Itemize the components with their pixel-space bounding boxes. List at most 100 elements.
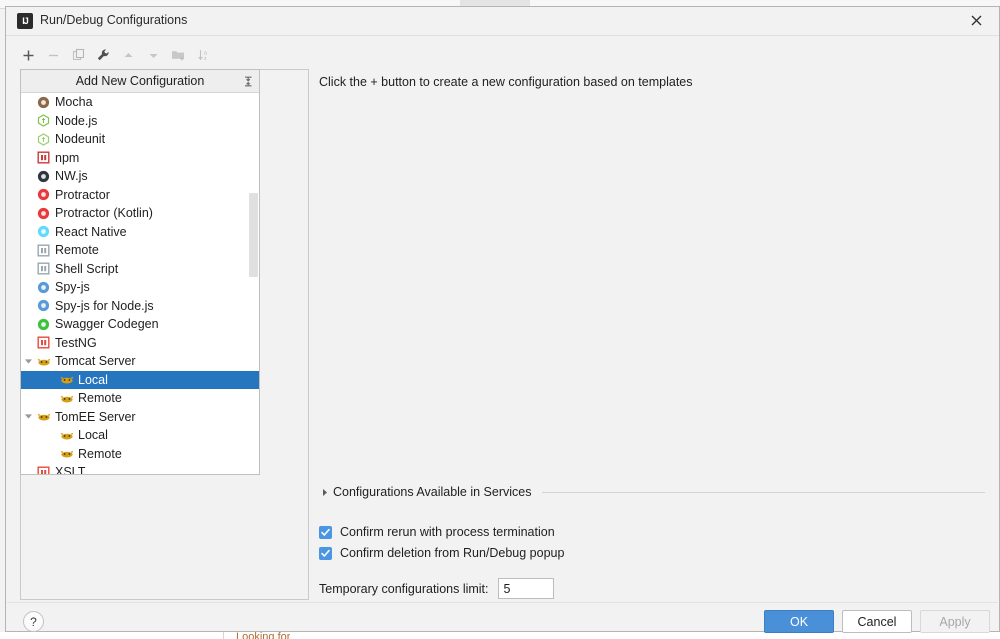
list-item[interactable]: XSLT	[21, 463, 259, 475]
remove-configuration-button[interactable]	[41, 44, 66, 66]
list-item[interactable]: Mocha	[21, 93, 259, 112]
list-item[interactable]: React Native	[21, 223, 259, 242]
empty-state-hint: Click the + button to create a new confi…	[319, 75, 693, 89]
list-item[interactable]: Spy-js	[21, 278, 259, 297]
list-item[interactable]: NW.js	[21, 167, 259, 186]
list-item[interactable]: npm	[21, 149, 259, 168]
tomee-remote-icon	[58, 447, 75, 460]
list-item-label: Local	[78, 428, 108, 443]
spy-js-node-icon	[35, 299, 52, 312]
confirm-deletion-label: Confirm deletion from Run/Debug popup	[340, 546, 565, 560]
shell-script-icon	[35, 262, 52, 275]
dialog-titlebar: IJ Run/Debug Configurations	[6, 7, 999, 36]
close-icon[interactable]	[953, 7, 999, 34]
list-item-label: Protractor	[55, 187, 110, 202]
list-item-label: Spy-js for Node.js	[55, 298, 154, 313]
spy-js-icon	[35, 281, 52, 294]
list-item[interactable]: Remote	[21, 389, 259, 408]
list-scrollbar-thumb[interactable]	[249, 193, 258, 277]
list-item-label: Nodeunit	[55, 132, 106, 147]
list-item-label: TestNG	[55, 335, 97, 350]
xslt-icon	[35, 466, 52, 474]
desktop-background-bottom	[0, 632, 1000, 639]
collapsible-label: Configurations Available in Services	[333, 485, 532, 499]
tomcat-remote-icon	[58, 392, 75, 405]
list-item[interactable]: Nodeunit	[21, 130, 259, 149]
list-item[interactable]: Tomcat Server	[21, 352, 259, 371]
list-item-label: NW.js	[55, 169, 88, 184]
desktop-background-text: Looking for	[236, 632, 291, 639]
apply-button[interactable]: Apply	[920, 610, 990, 633]
folder-add-icon[interactable]	[166, 44, 191, 66]
list-item-label: TomEE Server	[55, 409, 136, 424]
chevron-down-icon[interactable]	[21, 412, 35, 421]
tomee-icon	[35, 410, 52, 423]
list-item[interactable]: Swagger Codegen	[21, 315, 259, 334]
list-item[interactable]: Local	[21, 370, 259, 389]
configurations-toolbar: a z	[16, 43, 216, 67]
list-item-label: React Native	[55, 224, 127, 239]
svg-text:z: z	[204, 56, 207, 62]
sort-az-icon[interactable]: a z	[191, 44, 216, 66]
list-item[interactable]: Spy-js for Node.js	[21, 297, 259, 316]
wrench-icon[interactable]	[91, 44, 116, 66]
list-header: Add New Configuration	[21, 70, 259, 93]
temporary-configurations-limit-row: Temporary configurations limit:	[319, 578, 554, 599]
chevron-down-icon[interactable]	[21, 357, 35, 366]
nwjs-icon	[35, 170, 52, 183]
remote-icon	[35, 244, 52, 257]
cancel-button[interactable]: Cancel	[842, 610, 912, 633]
list-item-label: npm	[55, 150, 80, 165]
confirm-rerun-label: Confirm rerun with process termination	[340, 525, 555, 539]
run-debug-configurations-dialog: IJ Run/Debug Configurations a z Add New …	[5, 6, 1000, 633]
list-item-label: Shell Script	[55, 261, 119, 276]
help-button[interactable]: ?	[23, 611, 44, 632]
temporary-configurations-limit-label: Temporary configurations limit:	[319, 581, 489, 596]
ok-button[interactable]: OK	[764, 610, 834, 633]
list-item-label: Remote	[55, 243, 99, 258]
tomcat-icon	[35, 355, 52, 368]
list-item[interactable]: TestNG	[21, 334, 259, 353]
copy-configuration-button[interactable]	[66, 44, 91, 66]
nodeunit-icon	[35, 133, 52, 146]
arrow-down-icon[interactable]	[141, 44, 166, 66]
collapse-expand-icon[interactable]	[240, 73, 256, 89]
desktop-background-divider	[223, 632, 224, 639]
list-item[interactable]: Shell Script	[21, 260, 259, 279]
list-item-label: Node.js	[55, 113, 98, 128]
arrow-up-icon[interactable]	[116, 44, 141, 66]
confirm-deletion-checkbox-row[interactable]: Confirm deletion from Run/Debug popup	[319, 546, 564, 560]
intellij-idea-icon: IJ	[17, 13, 33, 29]
list-item-label: XSLT	[55, 465, 86, 475]
temporary-configurations-limit-input[interactable]	[497, 578, 554, 599]
list-item[interactable]: Protractor	[21, 186, 259, 205]
list-item[interactable]: Protractor (Kotlin)	[21, 204, 259, 223]
dialog-title: Run/Debug Configurations	[40, 13, 188, 27]
list-item-label: Local	[78, 372, 108, 387]
list-item-label: Tomcat Server	[55, 354, 136, 369]
configurations-available-in-services-section[interactable]: Configurations Available in Services	[319, 484, 987, 500]
chevron-right-icon	[319, 488, 331, 497]
confirm-rerun-checkbox[interactable]	[319, 525, 332, 539]
swagger-codegen-icon	[35, 318, 52, 331]
list-item-label: Mocha	[55, 95, 93, 110]
screen-root: Looking for IJ Run/Debug Configurations	[0, 0, 1000, 639]
list-item-label: Protractor (Kotlin)	[55, 206, 153, 221]
list-item[interactable]: TomEE Server	[21, 408, 259, 427]
confirm-rerun-checkbox-row[interactable]: Confirm rerun with process termination	[319, 525, 555, 539]
protractor-icon	[35, 188, 52, 201]
add-configuration-button[interactable]	[16, 44, 41, 66]
list-item[interactable]: Remote	[21, 445, 259, 464]
list-rows: Mocha Node.js Nodeunit npm NW.js Protractor Pr…	[21, 93, 259, 475]
list-item[interactable]: Remote	[21, 241, 259, 260]
testng-icon	[35, 336, 52, 349]
npm-icon	[35, 151, 52, 164]
list-header-label: Add New Configuration	[75, 74, 205, 88]
list-item[interactable]: Node.js	[21, 112, 259, 131]
confirm-deletion-checkbox[interactable]	[319, 546, 332, 560]
nodejs-icon	[35, 114, 52, 127]
footer-divider	[7, 602, 998, 603]
add-new-configuration-list[interactable]: Add New Configuration Mocha Node.js Nodeun…	[20, 69, 260, 475]
react-native-icon	[35, 225, 52, 238]
list-item[interactable]: Local	[21, 426, 259, 445]
